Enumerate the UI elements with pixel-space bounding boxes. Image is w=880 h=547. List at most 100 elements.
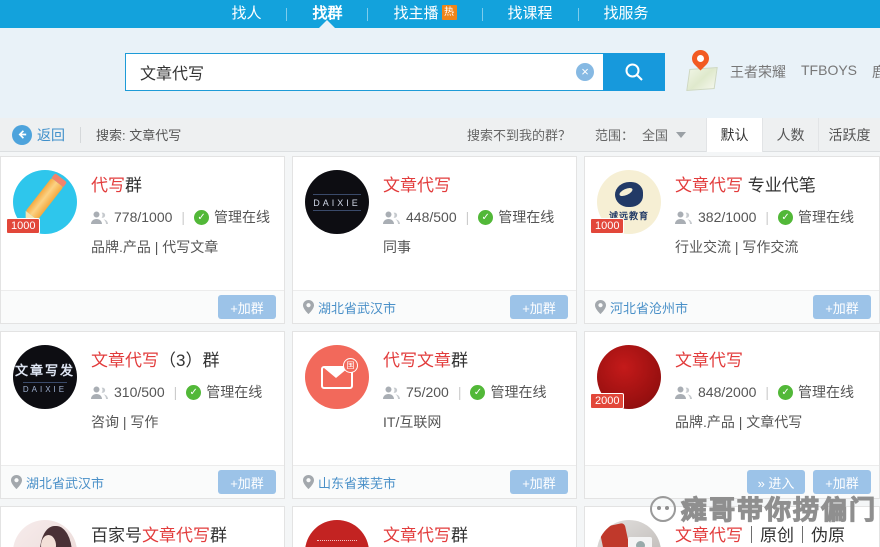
members-icon [675,211,692,224]
tab-find-streamers[interactable]: 找主播热 [368,0,481,28]
sort-tab-default[interactable]: 默认 [706,118,762,152]
photo-avatar [597,520,661,547]
group-location[interactable]: 湖北省武汉市 [11,473,104,492]
back-label: 返回 [37,125,65,145]
group-title[interactable]: 文章代写 [675,346,854,371]
top-nav: 找人 找群 找主播热 找课程 找服务 [0,0,880,28]
group-location[interactable]: 河北省沧州市 [595,298,688,317]
hot-badge: 热 [442,5,457,20]
chevron-down-icon[interactable] [676,132,686,143]
group-avatar[interactable]: 撰写文章 [305,520,369,547]
group-card: 撰写文章 文章代写群 [292,506,577,547]
group-location[interactable]: 湖北省武汉市 [303,298,396,317]
search-section: × 王者荣耀 TFBOYS 鹿晗 [0,28,880,118]
group-tags: 品牌.产品 | 代写文章 [91,237,270,257]
members-icon [91,211,108,224]
search-input[interactable] [125,53,603,91]
join-group-button[interactable]: +加群 [510,470,568,494]
hot-keyword[interactable]: 鹿晗 [872,62,880,82]
search-button[interactable] [603,53,665,91]
card-footer: 山东省莱芜市 +加群 [293,465,576,498]
hot-keyword[interactable]: TFBOYS [801,62,857,82]
clear-search-icon[interactable]: × [576,63,594,81]
capacity-badge: 2000 [590,393,624,409]
admin-status: 管理在线 [490,382,546,402]
group-card: 2000 文章代写 848/2000| ✓ 管理在线 品牌.产品 | 文章代写 … [584,331,880,499]
group-tags: 咨询 | 写作 [91,412,262,432]
join-group-button[interactable]: +加群 [813,470,871,494]
capacity-badge: 1000 [6,218,40,234]
group-title[interactable]: 百家号文章代写群 [91,521,227,546]
red-stamp-avatar-icon: 撰写文章 [305,520,369,547]
admin-online-icon: ✓ [778,385,793,400]
group-members: 848/2000| ✓ 管理在线 [675,382,854,402]
tab-find-courses[interactable]: 找课程 [483,0,578,28]
search-icon [624,62,644,82]
members-icon [91,386,108,399]
results-grid: 1000 代写群 778/1000| ✓ 管理在线 品牌.产品 | 代写文章 +… [0,152,880,547]
back-arrow-icon [12,125,32,145]
join-group-button[interactable]: +加群 [813,295,871,319]
photo-avatar [13,520,77,547]
daixie-avatar-icon: 文章写发DAIXIE [13,345,77,409]
search-box: × [125,53,665,91]
hot-keyword[interactable]: 王者荣耀 [730,62,786,82]
sort-tab-activity[interactable]: 活跃度 [818,118,880,152]
group-avatar[interactable]: 1000 [13,170,77,234]
group-tags: IT/互联网 [383,412,546,432]
group-location[interactable]: 山东省莱芜市 [303,473,396,492]
group-avatar[interactable]: 文章写发DAIXIE [13,345,77,409]
hot-keywords: 王者荣耀 TFBOYS 鹿晗 [730,62,880,82]
group-members: 448/500| ✓ 管理在线 [383,207,554,227]
map-sheet-icon [686,67,717,91]
group-tags: 同事 [383,237,554,257]
tab-find-services[interactable]: 找服务 [579,0,674,28]
admin-online-icon: ✓ [470,385,485,400]
admin-status: 管理在线 [798,382,854,402]
group-title[interactable]: 代写文章群 [383,346,546,371]
group-card: 文章写发DAIXIE 文章代写（3）群 310/500| ✓ 管理在线 咨询 |… [0,331,285,499]
group-card: 文章代写｜原创｜伪原 [584,506,880,547]
group-title[interactable]: 代写群 [91,171,270,196]
group-avatar[interactable] [13,520,77,547]
location-pin-icon [595,300,606,314]
members-icon [383,386,400,399]
join-group-button[interactable]: +加群 [510,295,568,319]
enter-group-button[interactable]: » 进入 [747,470,805,494]
daixie-avatar-icon: DAIXIE [305,170,369,234]
group-avatar[interactable]: 诚远教育 1000 [597,170,661,234]
group-title[interactable]: 文章代写（3）群 [91,346,262,371]
group-card: 国 代写文章群 75/200| ✓ 管理在线 IT/互联网 山东省莱芜市 +加群 [292,331,577,499]
admin-status: 管理在线 [214,207,270,227]
scope-select[interactable]: 全国 [642,125,668,144]
back-button[interactable]: 返回 [12,125,65,145]
group-card: 1000 代写群 778/1000| ✓ 管理在线 品牌.产品 | 代写文章 +… [0,156,285,324]
group-tags: 行业交流 | 写作交流 [675,237,854,257]
group-title[interactable]: 文章代写｜原创｜伪原 [675,521,845,546]
group-title[interactable]: 文章代写 专业代笔 [675,171,854,196]
admin-online-icon: ✓ [778,210,793,225]
card-footer: 湖北省武汉市 +加群 [293,290,576,323]
group-avatar[interactable]: 2000 [597,345,661,409]
map-search-icon[interactable] [686,50,718,94]
group-avatar[interactable]: 国 [305,345,369,409]
tab-find-people[interactable]: 找人 [206,0,286,28]
group-title[interactable]: 文章代写 [383,171,554,196]
location-pin-icon [303,300,314,314]
join-group-button[interactable]: +加群 [218,470,276,494]
group-members: 778/1000| ✓ 管理在线 [91,207,270,227]
card-footer: 河北省沧州市 +加群 [585,290,879,323]
group-members: 310/500| ✓ 管理在线 [91,382,262,402]
filter-bar: 返回 搜索: 文章代写 搜索不到我的群？ 范围： 全国 默认 人数 活跃度 [0,118,880,152]
location-pin-icon [11,475,22,489]
group-title[interactable]: 文章代写群 [383,521,468,546]
tab-find-groups[interactable]: 找群 [287,0,367,28]
capacity-badge: 1000 [590,218,624,234]
location-pin-icon [303,475,314,489]
sort-tab-members[interactable]: 人数 [762,118,818,152]
join-group-button[interactable]: +加群 [218,295,276,319]
admin-online-icon: ✓ [186,385,201,400]
group-avatar[interactable]: DAIXIE [305,170,369,234]
group-avatar[interactable] [597,520,661,547]
cant-find-group-link[interactable]: 搜索不到我的群？ [467,125,571,144]
